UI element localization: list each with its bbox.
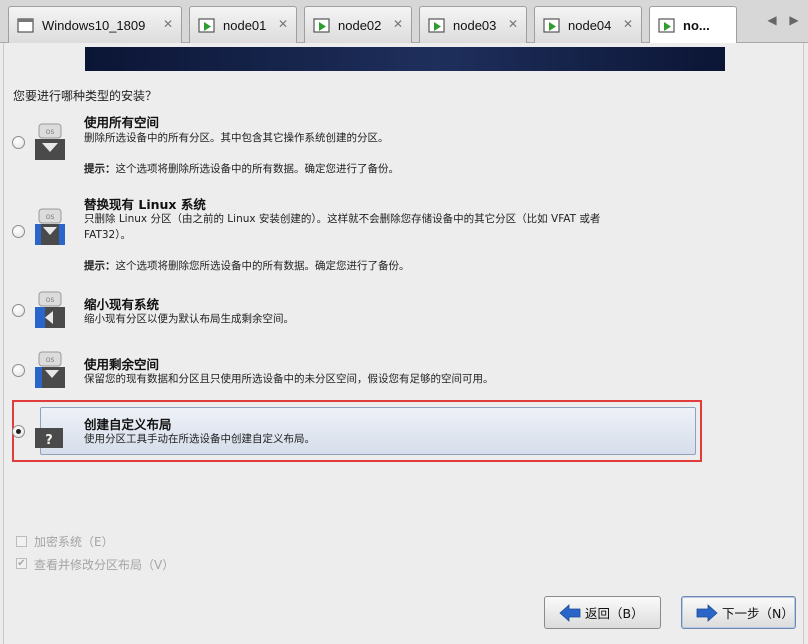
arrow-left-icon [559, 603, 581, 622]
radio-use-free-space[interactable] [12, 364, 25, 377]
tab-scroll-left-icon[interactable]: ◀ [764, 10, 780, 30]
tab-label: node04 [568, 17, 612, 33]
hint-label: 提示： [84, 260, 116, 272]
tab-node04[interactable]: node04 ✕ [534, 6, 642, 43]
vm-running-icon [198, 17, 215, 33]
disk-shrink-icon: OS [35, 291, 65, 328]
next-button-label: 下一步（N） [722, 606, 794, 621]
option-description: 删除所选设备中的所有分区。其中包含其它操作系统创建的分区。 [84, 132, 389, 144]
hint-text: 这个选项将删除您所选设备中的所有数据。确定您进行了备份。 [115, 260, 410, 272]
review-layout-checkbox[interactable]: ✔ [16, 558, 27, 569]
tab-scroll-right-icon[interactable]: ▶ [786, 10, 802, 30]
radio-shrink-system[interactable] [12, 304, 25, 317]
tab-windows10-1809[interactable]: Windows10_1809 ✕ [8, 6, 182, 43]
tab-label: node03 [453, 17, 497, 33]
radio-use-all-space[interactable] [12, 136, 25, 149]
disk-replace-linux-icon: OS [35, 208, 65, 245]
option-description: 使用分区工具手动在所选设备中创建自定义布局。 [84, 433, 315, 445]
vm-running-icon [543, 17, 560, 33]
close-icon[interactable]: ✕ [507, 18, 519, 30]
back-button-label: 返回（B） [585, 606, 644, 621]
close-icon[interactable]: ✕ [622, 18, 634, 30]
close-icon[interactable]: ✕ [162, 18, 174, 30]
icon-os-text: OS [46, 129, 55, 136]
vm-running-icon [313, 17, 330, 33]
close-icon[interactable]: ✕ [392, 18, 404, 30]
install-type-question: 您要进行哪种类型的安装？ [13, 89, 158, 103]
installer-window: 您要进行哪种类型的安装？ OS 使用所有空间 删除所选设备中的所有分区。其中包含… [3, 43, 804, 644]
encrypt-system-label[interactable]: 加密系统（E） [34, 533, 114, 550]
option-title[interactable]: 使用所有空间 [84, 112, 159, 131]
icon-question-text: ? [45, 433, 53, 448]
hint-text: 这个选项将删除所选设备中的所有数据。确定您进行了备份。 [115, 163, 400, 175]
review-layout-label[interactable]: 查看并修改分区布局（V） [34, 556, 174, 573]
encrypt-system-checkbox[interactable] [16, 536, 27, 547]
tab-node03[interactable]: node03 ✕ [419, 6, 527, 43]
back-button[interactable]: 返回（B） [544, 596, 661, 629]
installer-banner [85, 47, 725, 71]
vm-running-icon [658, 18, 675, 33]
tab-label: Windows10_1809 [42, 17, 146, 33]
icon-os-text: OS [46, 297, 55, 304]
vm-running-icon [428, 17, 445, 33]
tab-label: node02 [338, 17, 382, 33]
option-description: 缩小现有分区以便为默认布局生成剩余空间。 [84, 313, 294, 325]
icon-os-text: OS [46, 357, 55, 364]
icon-os-text: OS [46, 214, 55, 221]
next-button[interactable]: 下一步（N） [681, 596, 796, 629]
vm-window-icon [17, 17, 34, 33]
option-description: 只删除 Linux 分区（由之前的 Linux 安装创建的）。这样就不会删除您存… [84, 213, 601, 241]
option-hint: 提示：这个选项将删除您所选设备中的所有数据。确定您进行了备份。 [84, 258, 410, 273]
disk-use-all-icon: OS [35, 123, 65, 160]
tab-node02[interactable]: node02 ✕ [304, 6, 412, 43]
radio-replace-linux[interactable] [12, 225, 25, 238]
vm-tab-bar: Windows10_1809 ✕ node01 ✕ node02 ✕ node0… [0, 0, 808, 44]
tab-label: node01 [223, 17, 267, 33]
hint-label: 提示： [84, 163, 116, 175]
tab-active-node[interactable]: no... [649, 6, 737, 44]
option-hint: 提示：这个选项将删除所选设备中的所有数据。确定您进行了备份。 [84, 161, 399, 176]
tab-node01[interactable]: node01 ✕ [189, 6, 297, 43]
disk-free-space-icon: OS [35, 351, 65, 388]
radio-custom-layout[interactable] [12, 425, 25, 438]
tab-label: no... [683, 18, 710, 33]
close-icon[interactable]: ✕ [277, 18, 289, 30]
custom-layout-question-icon: ? [35, 428, 63, 448]
option-description: 保留您的现有数据和分区且只使用所选设备中的未分区空间，假设您有足够的空间可用。 [84, 373, 494, 385]
arrow-right-icon [696, 603, 718, 622]
